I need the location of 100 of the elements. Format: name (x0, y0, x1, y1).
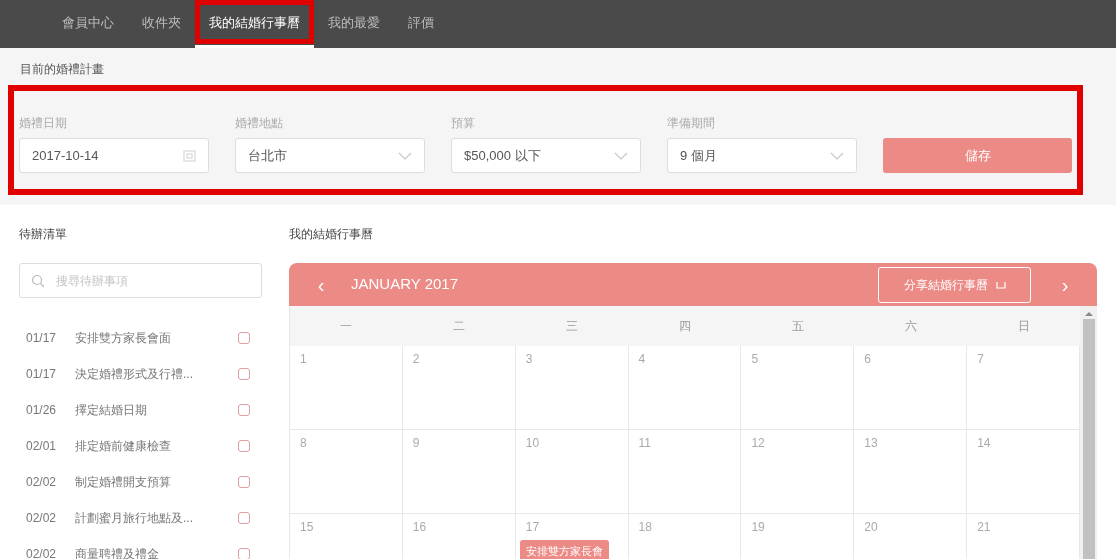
month-title: JANUARY 2017 (351, 274, 458, 295)
field-value: 9 個月 (680, 146, 717, 165)
calendar-day-cell[interactable]: 12 (741, 430, 855, 513)
calendar-day-cell[interactable]: 10 (515, 430, 629, 513)
field-label: 婚禮地點 (235, 115, 284, 132)
dropdown-field[interactable]: $50,000 以下 (451, 138, 641, 173)
todo-checkbox[interactable] (238, 368, 250, 380)
day-number: 8 (300, 435, 307, 452)
day-number: 9 (412, 435, 420, 452)
day-number: 15 (300, 519, 314, 536)
search-icon (31, 274, 45, 288)
todo-date: 02/02 (26, 474, 58, 491)
weekday-label: 五 (790, 318, 805, 335)
todo-text: 商量聘禮及禮金 (75, 546, 160, 559)
day-number: 18 (638, 519, 652, 536)
nav-tab[interactable]: 評價 (394, 0, 448, 48)
todo-text: 擇定結婚日期 (75, 402, 148, 419)
weekday-label: 三 (565, 318, 580, 335)
field-label: 婚禮日期 (19, 115, 68, 132)
calendar-day-cell[interactable]: 21 (967, 514, 1080, 559)
calendar-day-cell[interactable]: 7 (967, 346, 1080, 429)
day-number: 12 (751, 435, 765, 452)
day-number: 2 (412, 351, 420, 368)
day-number: 13 (864, 435, 878, 452)
calendar-day-cell[interactable]: 15 (290, 514, 403, 559)
calendar-day-cell[interactable]: 16 (402, 514, 516, 559)
day-number: 10 (525, 435, 540, 452)
chevron-down-icon (398, 151, 412, 160)
calendar-icon (183, 149, 196, 162)
weekday-label: 日 (1016, 318, 1031, 335)
section-title: 目前的婚禮計畫 (19, 62, 105, 76)
todo-checkbox[interactable] (238, 332, 250, 344)
day-number: 4 (638, 351, 646, 368)
calendar-day-cell[interactable]: 4 (628, 346, 742, 429)
field-value: 2017-10-14 (32, 146, 99, 165)
field-label: 預算 (451, 115, 476, 132)
day-number: 6 (864, 351, 871, 368)
calendar-day-cell[interactable]: 18 (628, 514, 742, 559)
field-value: 台北市 (248, 146, 287, 165)
calendar-day-cell[interactable]: 9 (402, 430, 516, 513)
todo-checkbox[interactable] (238, 548, 250, 559)
share-icon (995, 280, 1006, 289)
calendar-day-cell[interactable]: 19 (741, 514, 855, 559)
day-number: 11 (638, 435, 652, 452)
weekday-label: 一 (339, 318, 354, 335)
todo-date: 01/17 (26, 330, 58, 347)
todo-text: 制定婚禮開支預算 (75, 474, 172, 491)
day-number: 19 (751, 519, 765, 536)
calendar-day-cell[interactable]: 14 (967, 430, 1080, 513)
weekday-label: 四 (678, 318, 692, 335)
todo-text: 決定婚禮形式及行禮... (75, 366, 194, 383)
todo-date: 01/26 (26, 402, 58, 419)
calendar-day-cell[interactable]: 8 (290, 430, 403, 513)
day-number: 14 (977, 435, 991, 452)
todo-date: 02/01 (26, 438, 58, 455)
day-number: 17 (525, 519, 540, 536)
dropdown-field[interactable]: 台北市 (235, 138, 425, 173)
field-label: 準備期間 (667, 115, 716, 132)
dropdown-field[interactable]: 9 個月 (667, 138, 857, 173)
calendar-day-cell[interactable]: 20 (854, 514, 968, 559)
todo-date: 02/02 (26, 546, 58, 559)
nav-tab[interactable]: 我的最愛 (314, 0, 394, 48)
todo-checkbox[interactable] (238, 404, 250, 416)
day-number: 21 (977, 519, 991, 536)
chevron-down-icon (614, 151, 628, 160)
todo-text: 排定婚前健康檢查 (75, 438, 172, 455)
field-value: $50,000 以下 (464, 146, 541, 165)
calendar-day-cell[interactable]: 2 (402, 346, 516, 429)
calendar-day-cell[interactable]: 1 (290, 346, 403, 429)
calendar-day-cell[interactable]: 17 安排雙方家長會 (515, 514, 629, 559)
todo-checkbox[interactable] (238, 512, 250, 524)
nav-tab[interactable]: 收件夾 (128, 0, 195, 48)
save-button[interactable]: 儲存 (883, 138, 1072, 173)
share-button[interactable]: 分享結婚行事曆 (878, 266, 1031, 303)
weekday-label: 二 (452, 318, 467, 335)
day-number: 5 (751, 351, 759, 368)
todo-text: 計劃蜜月旅行地點及... (75, 510, 194, 527)
calendar-day-cell[interactable]: 13 (854, 430, 968, 513)
day-number: 3 (525, 351, 533, 368)
calendar-day-cell[interactable]: 6 (854, 346, 968, 429)
next-month-button[interactable]: › (1059, 269, 1071, 300)
day-number: 7 (977, 351, 984, 368)
calendar-day-cell[interactable]: 5 (741, 346, 855, 429)
todo-text: 安排雙方家長會面 (75, 330, 172, 347)
day-number: 20 (864, 519, 878, 536)
nav-tab[interactable]: 會員中心 (48, 0, 128, 48)
date-field[interactable]: 2017-10-14 (19, 138, 209, 173)
scrollbar[interactable] (1080, 306, 1097, 559)
todo-checkbox[interactable] (238, 440, 250, 452)
calendar-day-cell[interactable]: 11 (628, 430, 742, 513)
day-number: 1 (300, 351, 307, 368)
todo-date: 02/02 (26, 510, 58, 527)
section-title: 待辦清單 (19, 226, 68, 243)
prev-month-button[interactable]: ‹ (315, 269, 327, 300)
todo-checkbox[interactable] (238, 476, 250, 488)
section-title: 我的結婚行事曆 (289, 226, 374, 243)
day-number: 16 (412, 519, 427, 536)
todo-date: 01/17 (26, 366, 58, 383)
event-tag[interactable]: 安排雙方家長會 (519, 540, 609, 559)
calendar-day-cell[interactable]: 3 (515, 346, 629, 429)
